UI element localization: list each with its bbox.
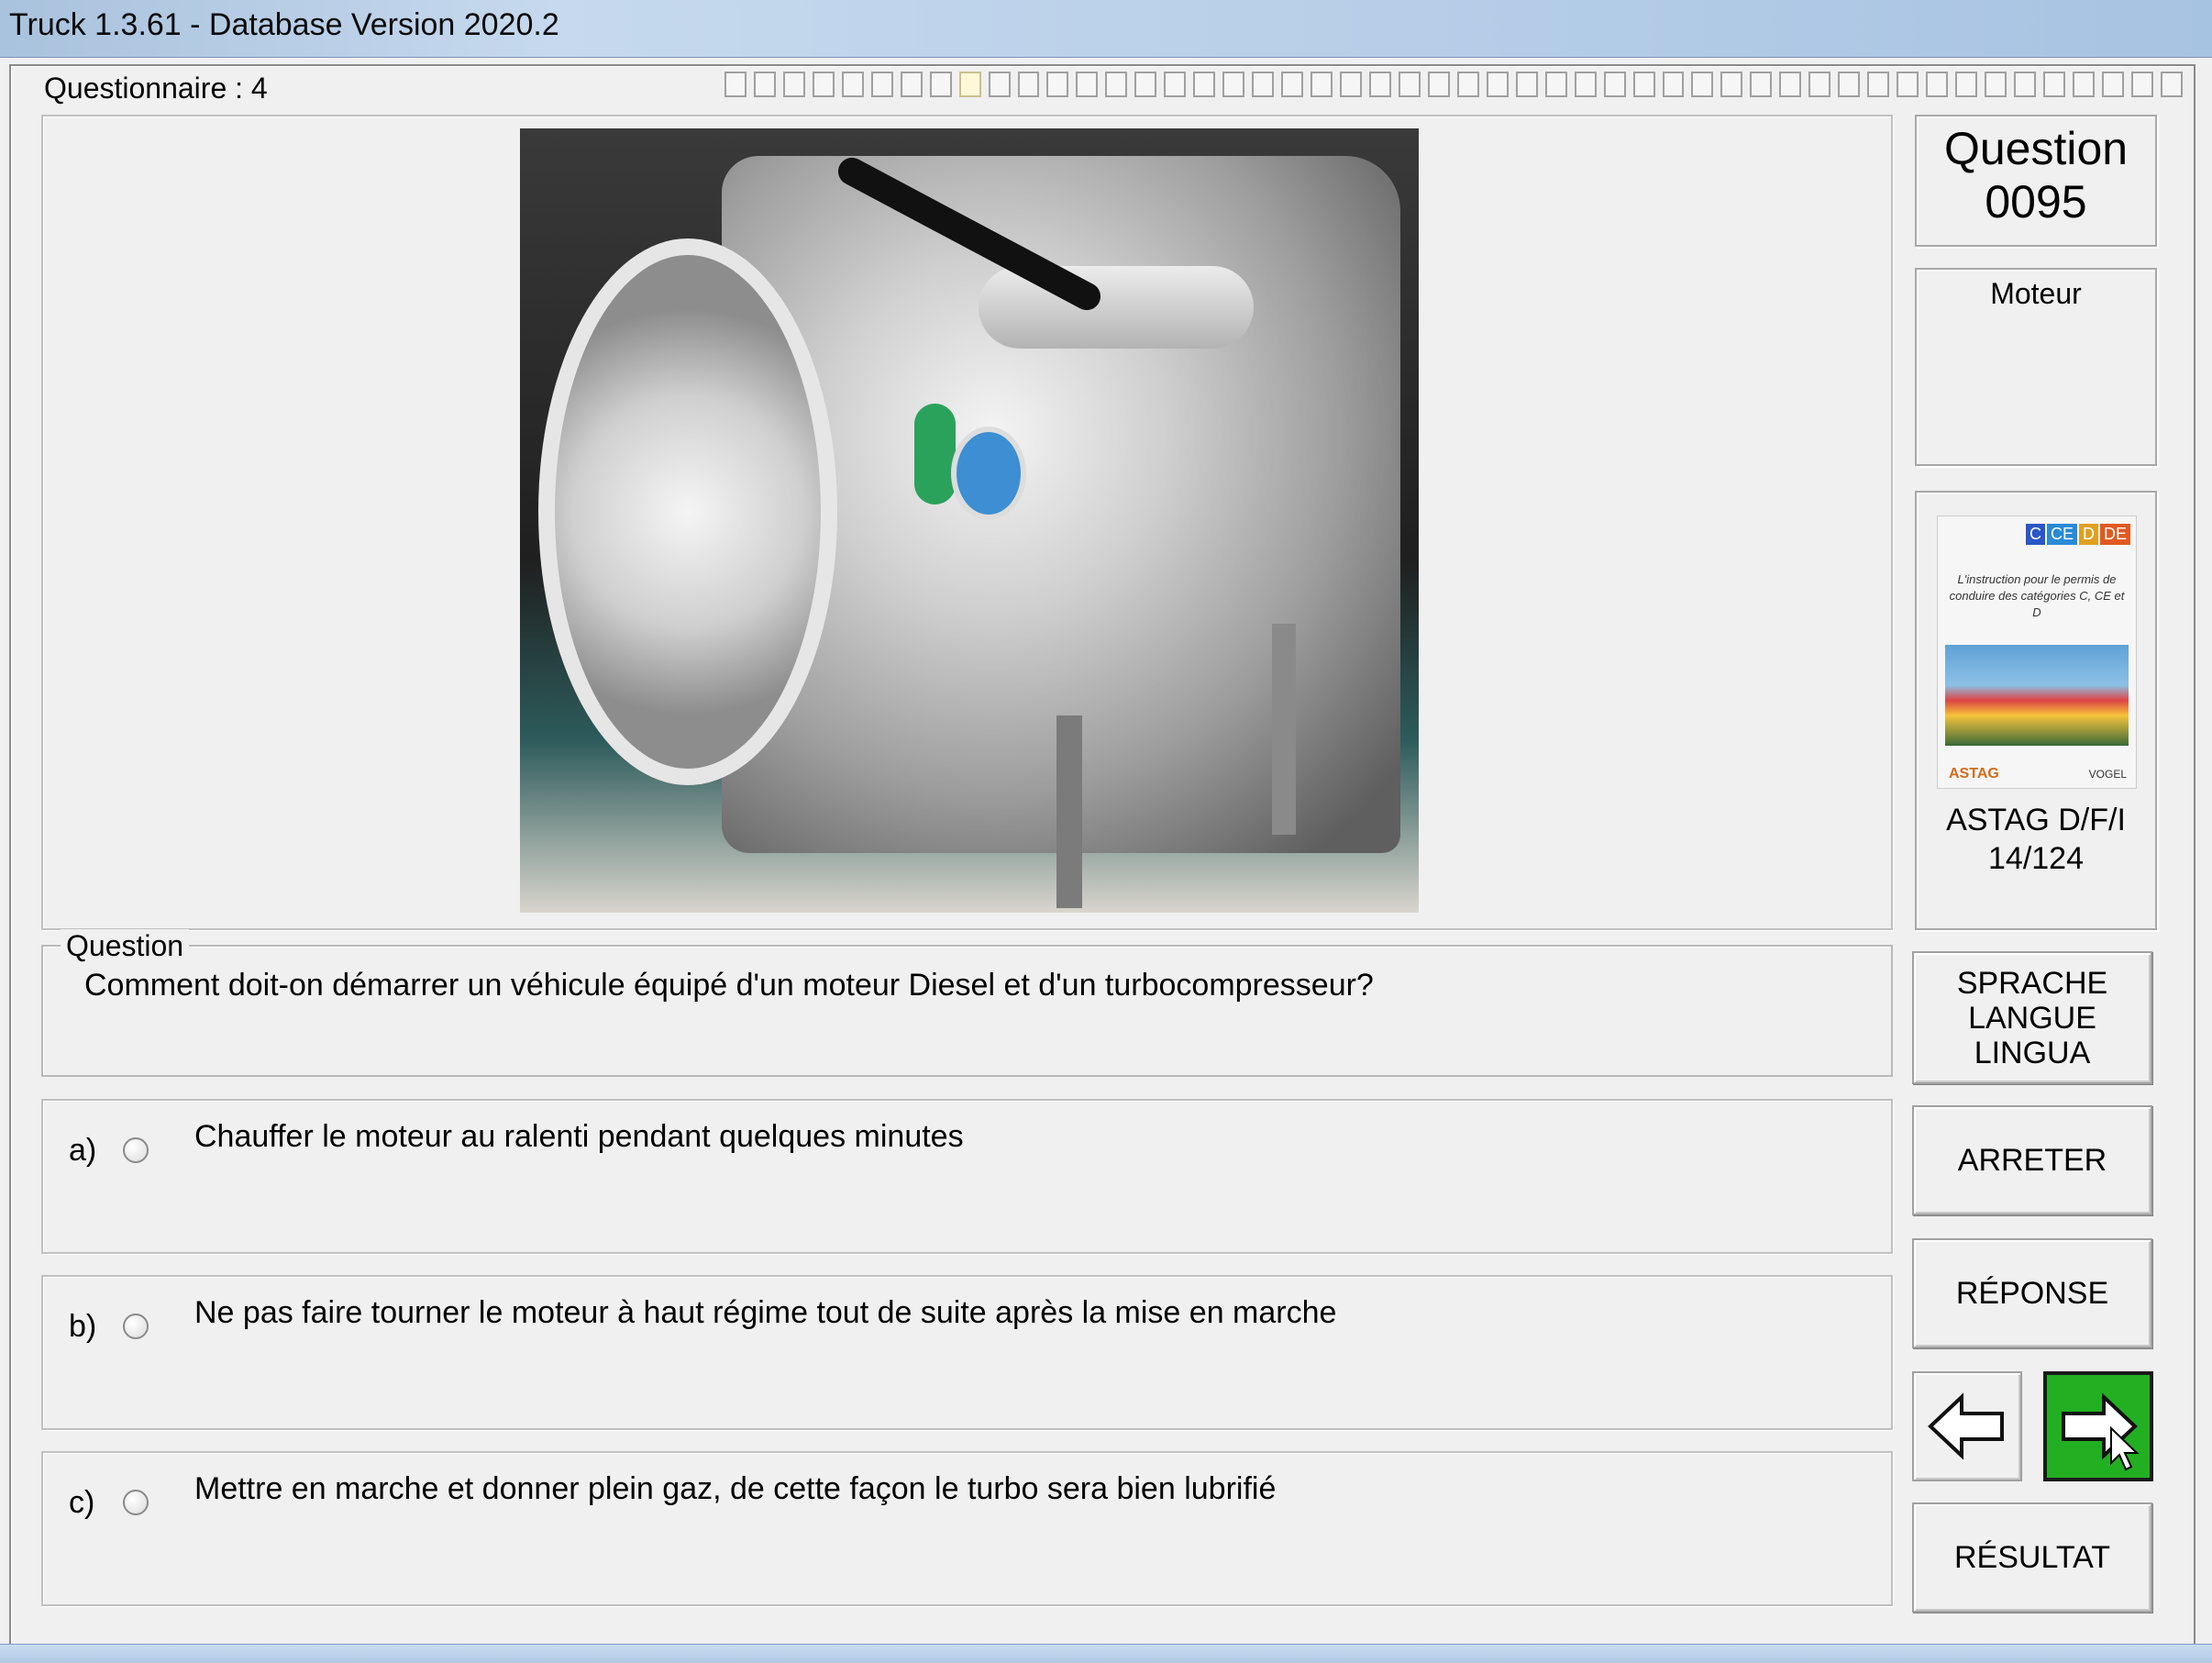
answer-c-radio[interactable] xyxy=(123,1490,149,1515)
engine-image xyxy=(520,128,1419,913)
progress-cell xyxy=(2160,72,2183,97)
answer-text[interactable]: Chauffer le moteur au ralenti pendant qu… xyxy=(194,1119,964,1155)
reference-book-box: C CE D DE L'instruction pour le permis d… xyxy=(1915,491,2157,930)
progress-cell xyxy=(988,72,1011,97)
language-label-it: LINGUA xyxy=(1974,1035,2091,1070)
progress-cell xyxy=(1340,72,1362,97)
answer-b-radio[interactable] xyxy=(123,1314,149,1339)
question-number: 0095 xyxy=(1985,176,2087,227)
progress-cell xyxy=(2101,72,2124,97)
progress-cell xyxy=(1662,72,1685,97)
answer-option-a[interactable]: a) Chauffer le moteur au ralenti pendant… xyxy=(41,1099,1893,1254)
progress-cell xyxy=(1691,72,1714,97)
progress-cell xyxy=(1456,72,1479,97)
window-title: Truck 1.3.61 - Database Version 2020.2 xyxy=(9,7,559,42)
progress-cell xyxy=(1574,72,1597,97)
progress-cell xyxy=(1544,72,1567,97)
progress-cell xyxy=(900,72,923,97)
progress-cell xyxy=(2013,72,2036,97)
progress-cell xyxy=(1984,72,2007,97)
progress-cell xyxy=(929,72,952,97)
truck-bus-photo xyxy=(1945,645,2129,746)
progress-cell xyxy=(1222,72,1245,97)
progress-cell xyxy=(1398,72,1421,97)
book-title: ASTAG D/F/I xyxy=(1946,803,2126,837)
category-label: Moteur xyxy=(1990,277,2082,310)
badge-de: DE xyxy=(2099,524,2130,545)
progress-cell xyxy=(841,72,864,97)
question-group xyxy=(41,945,1893,1077)
progress-cell xyxy=(1046,72,1069,97)
badge-d: D xyxy=(2078,524,2098,545)
progress-cell xyxy=(958,72,981,97)
answer-option-c[interactable]: c) Mettre en marche et donner plein gaz,… xyxy=(41,1451,1893,1606)
progress-cell xyxy=(724,72,747,97)
answer-text[interactable]: Ne pas faire tourner le moteur à haut ré… xyxy=(194,1295,1336,1331)
language-label-fr: LANGUE xyxy=(1968,1000,2096,1036)
progress-cell xyxy=(2072,72,2095,97)
progress-cell xyxy=(1838,72,1861,97)
vogel-logo: VOGEL xyxy=(2088,768,2127,781)
badge-ce: CE xyxy=(2046,524,2077,545)
progress-cell xyxy=(1603,72,1626,97)
stop-button[interactable]: ARRETER xyxy=(1912,1105,2152,1215)
progress-cell xyxy=(1955,72,1977,97)
language-button[interactable]: SPRACHE LANGUE LINGUA xyxy=(1912,951,2152,1084)
progress-cell xyxy=(782,72,805,97)
question-number-box: Question 0095 xyxy=(1915,115,2157,247)
progress-cell xyxy=(1105,72,1128,97)
progress-cell xyxy=(1750,72,1773,97)
question-legend: Question xyxy=(61,929,190,962)
app-window: Truck 1.3.61 - Database Version 2020.2 Q… xyxy=(0,0,2212,1663)
progress-cell xyxy=(2130,72,2153,97)
answer-letter: a) xyxy=(69,1133,97,1168)
progress-cell xyxy=(1486,72,1509,97)
progress-cell xyxy=(1632,72,1655,97)
progress-cell xyxy=(1134,72,1157,97)
progress-cell xyxy=(812,72,835,97)
answer-letter: b) xyxy=(69,1309,97,1344)
mouse-cursor-icon xyxy=(2110,1426,2140,1471)
category-box: Moteur xyxy=(1915,268,2157,466)
answer-letter: c) xyxy=(69,1485,95,1520)
progress-cell xyxy=(1368,72,1391,97)
badge-c: C xyxy=(2025,524,2045,545)
title-bar: Truck 1.3.61 - Database Version 2020.2 xyxy=(0,0,2212,58)
window-bottom-border xyxy=(0,1644,2212,1663)
answer-text[interactable]: Mettre en marche et donner plein gaz, de… xyxy=(194,1471,1276,1507)
progress-cell xyxy=(1779,72,1802,97)
previous-question-button[interactable] xyxy=(1912,1371,2022,1481)
book-page: 14/124 xyxy=(1988,841,2084,876)
progress-cell xyxy=(1193,72,1216,97)
astag-logo: ASTAG xyxy=(1949,766,1999,782)
progress-cell xyxy=(2042,72,2065,97)
progress-cell xyxy=(1311,72,1333,97)
answer-option-b[interactable]: b) Ne pas faire tourner le moteur à haut… xyxy=(41,1275,1893,1430)
progress-cell xyxy=(1867,72,1890,97)
question-progress-bar xyxy=(724,72,2183,101)
question-text: Comment doit-on démarrer un véhicule équ… xyxy=(84,968,1374,1003)
progress-cell xyxy=(1897,72,1919,97)
answer-button[interactable]: RÉPONSE xyxy=(1912,1238,2152,1348)
progress-cell xyxy=(1926,72,1949,97)
progress-cell xyxy=(1515,72,1538,97)
result-button[interactable]: RÉSULTAT xyxy=(1912,1502,2152,1613)
question-number-label: Question xyxy=(1943,123,2129,174)
progress-cell xyxy=(1017,72,1040,97)
book-cover-text: L'instruction pour le permis de conduire… xyxy=(1949,572,2125,619)
progress-cell xyxy=(1164,72,1187,97)
progress-cell xyxy=(1427,72,1450,97)
progress-cell xyxy=(1808,72,1831,97)
progress-cell xyxy=(870,72,893,97)
progress-cell xyxy=(1252,72,1275,97)
book-cover-image: C CE D DE L'instruction pour le permis d… xyxy=(1937,516,2137,789)
answer-a-radio[interactable] xyxy=(123,1137,149,1163)
questionnaire-label: Questionnaire : 4 xyxy=(39,72,273,105)
arrow-left-icon xyxy=(1928,1392,2004,1460)
progress-cell xyxy=(753,72,776,97)
progress-cell xyxy=(1281,72,1304,97)
progress-cell xyxy=(1076,72,1099,97)
progress-cell xyxy=(1720,72,1743,97)
language-label-de: SPRACHE xyxy=(1956,965,2108,1001)
